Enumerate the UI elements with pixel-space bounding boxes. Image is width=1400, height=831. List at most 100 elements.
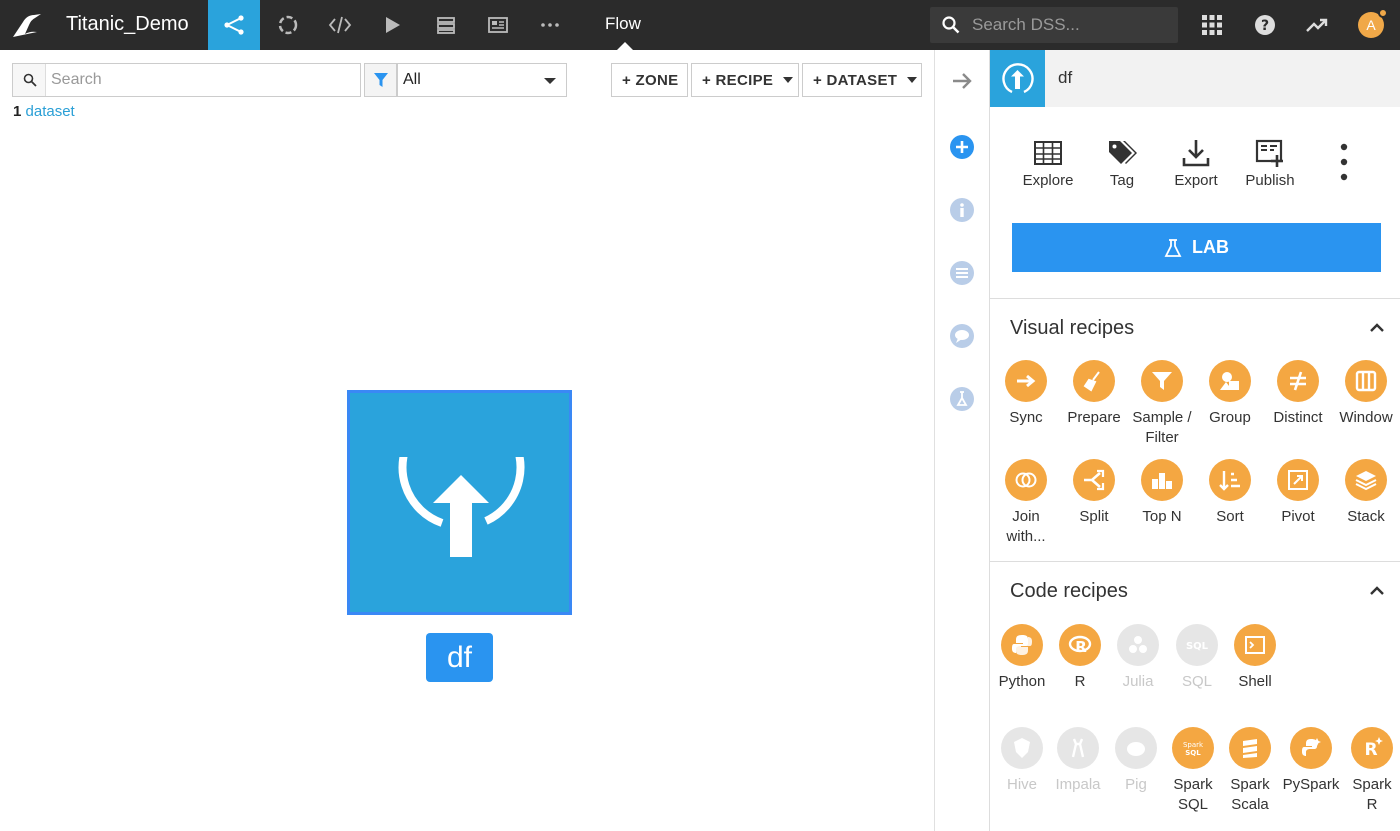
datasets-nav-icon[interactable] (420, 0, 472, 50)
recipe-label: Window (1339, 409, 1393, 426)
visual-recipes-title: Visual recipes (1010, 317, 1135, 339)
recipe-sync[interactable]: Sync (991, 360, 1061, 428)
chevron-up-icon[interactable] (1370, 323, 1384, 333)
recipe-split[interactable]: Split (1059, 459, 1129, 527)
lab-button[interactable]: LAB (1012, 223, 1381, 272)
flow-dataset-node[interactable] (347, 390, 572, 615)
recipe-label: Sample / Filter (1132, 409, 1192, 446)
divider (990, 298, 1400, 299)
recipe-label: Group (1209, 409, 1251, 426)
shell-icon (1234, 624, 1276, 666)
hive-icon (1001, 727, 1043, 769)
chevron-up-icon[interactable] (1370, 586, 1384, 596)
add-zone-button[interactable]: + ZONE (611, 63, 688, 97)
global-search-input[interactable] (972, 13, 1168, 37)
not-equal-icon (1277, 360, 1319, 402)
dataset-type-badge (990, 50, 1045, 107)
code-nav-icon[interactable] (314, 0, 366, 50)
dataset-count-link[interactable]: dataset (26, 103, 75, 120)
apps-grid-icon[interactable] (1200, 13, 1224, 37)
more-vertical-icon[interactable] (1340, 142, 1348, 182)
global-search[interactable] (930, 7, 1178, 43)
lab-cycle-nav-icon[interactable] (262, 0, 314, 50)
r-icon: R (1059, 624, 1101, 666)
flow-nav-icon[interactable] (208, 0, 260, 50)
publish-action[interactable]: Publish (1235, 138, 1305, 189)
join-icon (1005, 459, 1047, 501)
group-icon (1209, 360, 1251, 402)
current-section-label: Flow (605, 14, 641, 33)
publish-dashboard-icon (1255, 139, 1283, 167)
funnel-icon (1141, 360, 1183, 402)
recipe-funnel[interactable]: Sample / Filter (1127, 360, 1197, 448)
recipe-shell[interactable]: Shell (1220, 624, 1290, 692)
filter-button[interactable] (364, 63, 397, 97)
divider (990, 561, 1400, 562)
recipe-broom[interactable]: Prepare (1059, 360, 1129, 428)
python-icon (1001, 624, 1043, 666)
recipe-label: PySpark (1282, 776, 1340, 793)
filter-select-value: All (403, 71, 421, 88)
collapse-arrow-icon[interactable] (949, 68, 975, 94)
download-icon (1182, 140, 1210, 167)
recipe-spark-scala[interactable]: Spark Scala (1215, 727, 1285, 815)
export-label: Export (1174, 172, 1218, 189)
project-name[interactable]: Titanic_Demo (66, 13, 189, 36)
recipe-group[interactable]: Group (1195, 360, 1265, 428)
section-indicator (617, 42, 633, 50)
spark-r-icon: R (1351, 727, 1393, 769)
more-nav-icon[interactable] (524, 0, 576, 50)
add-dataset-button[interactable]: + DATASET (802, 63, 922, 97)
trending-icon[interactable] (1305, 13, 1329, 37)
svg-text:Spark: Spark (1183, 741, 1204, 749)
explore-label: Explore (1022, 172, 1074, 189)
svg-text:SQL: SQL (1185, 749, 1201, 757)
run-play-nav-icon[interactable] (366, 0, 418, 50)
publish-label: Publish (1245, 172, 1295, 189)
recipe-spark-r[interactable]: R Spark R (1337, 727, 1400, 815)
info-icon[interactable] (949, 197, 975, 223)
recipe-stack[interactable]: Stack (1331, 459, 1400, 527)
recipe-not-equal[interactable]: Distinct (1263, 360, 1333, 428)
pivot-icon (1277, 459, 1319, 501)
chevron-down-icon (783, 77, 794, 83)
panel-title: df (1058, 68, 1073, 87)
discussions-icon[interactable] (949, 323, 975, 349)
flow-node-label[interactable]: df (426, 633, 493, 682)
dataiku-bird-logo-icon[interactable] (10, 10, 44, 40)
add-actions-icon[interactable] (949, 134, 975, 160)
export-action[interactable]: Export (1161, 138, 1231, 189)
recipe-pivot[interactable]: Pivot (1263, 459, 1333, 527)
recipe-label: Join with... (1006, 508, 1046, 545)
broom-icon (1073, 360, 1115, 402)
recipe-label: Sort (1216, 508, 1244, 525)
lab-flask-icon[interactable] (949, 386, 975, 412)
recipe-podium[interactable]: Top N (1127, 459, 1197, 527)
dashboard-nav-icon[interactable] (472, 0, 524, 50)
podium-icon (1141, 459, 1183, 501)
upload-dataset-icon (1002, 63, 1034, 94)
right-details-panel: df Explore Tag Export Publish LAB Visual… (989, 50, 1400, 831)
svg-text:SQL: SQL (1186, 641, 1209, 652)
add-dataset-label: + DATASET (813, 71, 898, 89)
recipe-window[interactable]: Window (1331, 360, 1400, 428)
dataset-count-number: 1 (13, 103, 22, 120)
add-recipe-button[interactable]: + RECIPE (691, 63, 799, 97)
recipe-pyspark[interactable]: PySpark (1276, 727, 1346, 795)
recipe-label: Prepare (1067, 409, 1121, 426)
filter-select[interactable]: All (397, 63, 567, 97)
flow-search-input[interactable] (51, 69, 351, 91)
recipe-sort[interactable]: Sort (1195, 459, 1265, 527)
tag-action[interactable]: Tag (1087, 138, 1157, 189)
stack-icon (1345, 459, 1387, 501)
impala-icon (1057, 727, 1099, 769)
recipe-join[interactable]: Join with... (991, 459, 1061, 547)
schema-icon[interactable] (949, 260, 975, 286)
help-icon[interactable]: ? (1253, 13, 1277, 37)
recipe-label: Pivot (1281, 508, 1315, 525)
sync-icon (1005, 360, 1047, 402)
split-icon (1073, 459, 1115, 501)
explore-action[interactable]: Explore (1013, 138, 1083, 189)
spark-scala-icon (1229, 727, 1271, 769)
lab-button-label: LAB (1192, 237, 1229, 257)
